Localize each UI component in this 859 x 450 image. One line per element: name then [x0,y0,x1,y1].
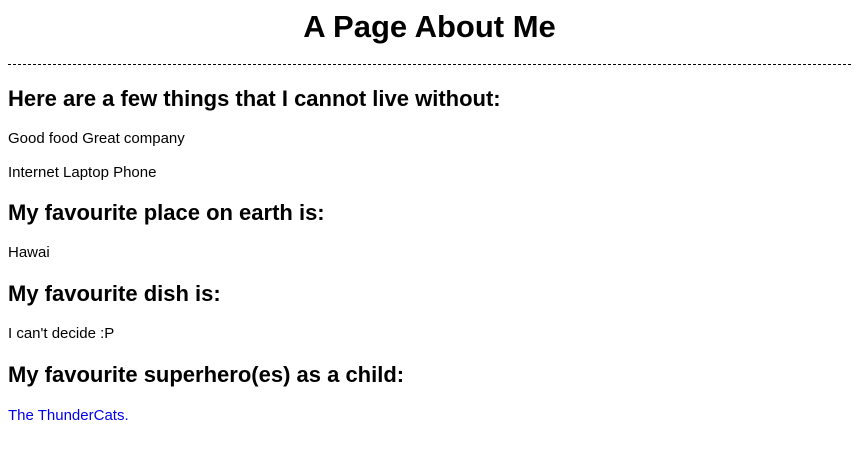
thundercats-link[interactable]: The ThunderCats. [8,407,129,424]
superhero-paragraph: The ThunderCats. [8,407,851,425]
section-heading-favourite-dish: My favourite dish is: [8,281,221,306]
favourite-dish-text: I can't decide :P [8,325,115,342]
section-heading-cannot-live-without: Here are a few things that I cannot live… [8,86,501,111]
page-content: A Page About Me Here are a few things th… [8,0,851,425]
section-heading-superheroes: My favourite superhero(es) as a child: [8,362,405,387]
section-heading-favourite-place: My favourite place on earth is: [8,200,325,225]
favourite-place-text: Hawai [8,244,50,261]
cannot-live-without-line-1: Good food Great company [8,130,185,147]
dashed-divider [8,64,851,65]
page-title: A Page About Me [303,9,556,44]
cannot-live-without-line-2: Internet Laptop Phone [8,164,157,181]
